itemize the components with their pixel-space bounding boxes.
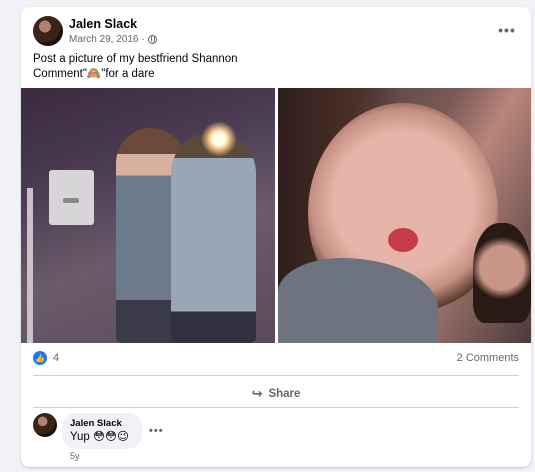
post-meta: March 29, 2016 · [69,34,157,45]
hand-dryer-graphic [49,170,94,225]
share-label: Share [268,388,301,400]
post-photo[interactable] [278,88,531,343]
like-count[interactable]: 4 [53,352,59,364]
post-options-button[interactable]: ••• [495,18,519,42]
divider [33,375,519,376]
reactions[interactable]: 👍 4 [33,351,59,365]
post-photos [21,88,531,343]
comments-count[interactable]: 2 Comments [457,352,519,364]
share-icon: ↪ [251,386,263,401]
camera-flash-graphic [201,121,237,157]
comment-options-button[interactable]: ••• [149,425,164,437]
post-header: Jalen Slack March 29, 2016 · ••• [33,16,519,52]
comment: Jalen Slack Yup 😳😳😉 ••• 5y [33,413,519,465]
lips-graphic [388,228,418,252]
globe-icon[interactable] [147,35,157,44]
second-face-graphic [473,223,531,323]
post-text: Post a picture of my bestfriend Shannon … [33,52,513,82]
share-button[interactable]: ↪ Share [33,379,519,409]
divider [33,407,519,408]
post-stats: 👍 4 2 Comments [33,343,519,373]
commenter-avatar[interactable] [33,413,57,437]
post-card: Jalen Slack March 29, 2016 · ••• Post a … [21,7,531,467]
comment-bubble: Jalen Slack Yup 😳😳😉 [62,413,142,449]
person-graphic [171,133,256,343]
author-name[interactable]: Jalen Slack [69,17,137,31]
post-date[interactable]: March 29, 2016 [69,34,139,45]
comment-time[interactable]: 5y [70,451,80,461]
pipe-graphic [27,188,33,343]
meta-separator: · [141,34,145,45]
post-photo[interactable] [21,88,275,343]
commenter-name[interactable]: Jalen Slack [70,418,134,430]
comment-text: Yup 😳😳😉 [70,431,129,443]
like-icon: 👍 [33,351,47,365]
author-avatar[interactable] [33,16,63,46]
post-text-line: Post a picture of my bestfriend Shannon [33,53,238,65]
post-text-line: Comment"🙈"for a dare [33,68,155,80]
